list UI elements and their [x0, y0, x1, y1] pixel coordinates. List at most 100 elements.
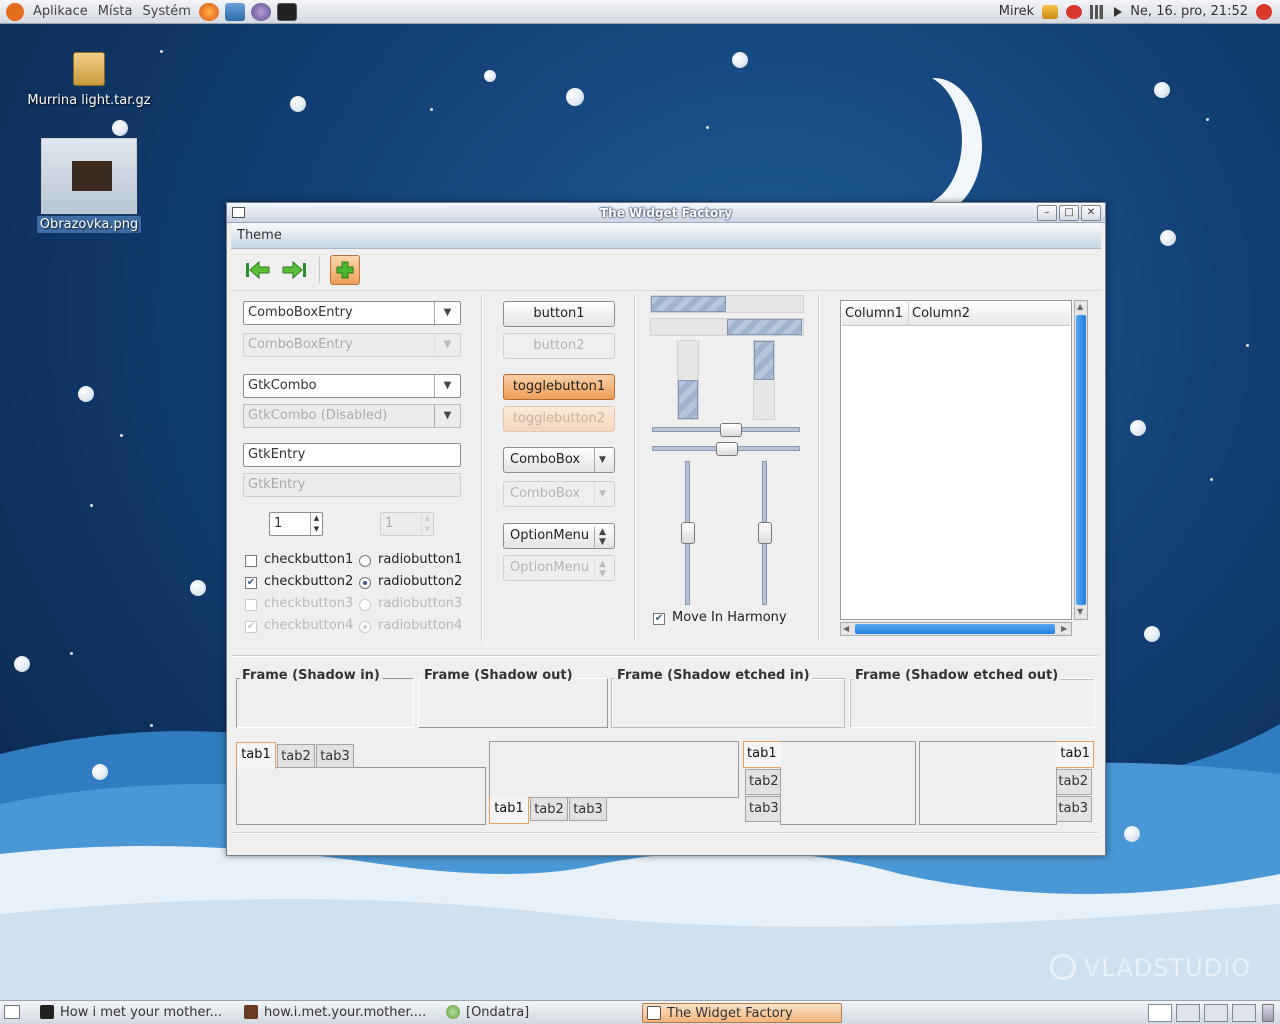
radiobutton1-dot[interactable] — [359, 555, 371, 567]
notebook-right-tab1[interactable]: tab1 — [1056, 741, 1094, 768]
checkbutton2-box[interactable]: ✔ — [245, 577, 257, 589]
notebook-left-tab1[interactable]: tab1 — [743, 741, 781, 768]
move-in-harmony-label[interactable]: Move In Harmony — [672, 610, 787, 626]
workspace-4[interactable] — [1232, 1004, 1256, 1022]
desktop-icon-screenshot[interactable]: Obrazovka.png — [36, 138, 142, 233]
chevron-down-icon: ▼ — [434, 405, 460, 427]
ubuntu-logo-icon[interactable] — [6, 2, 24, 21]
notebook-bottom-tab1[interactable]: tab1 — [489, 797, 529, 824]
firefox-launcher-icon[interactable] — [198, 2, 219, 21]
window-titlebar[interactable]: The Widget Factory – □ ✕ — [227, 203, 1105, 223]
hscale-1-thumb[interactable] — [720, 423, 742, 437]
window-menu-icon[interactable] — [232, 207, 245, 218]
column2-header[interactable]: Column2 — [908, 302, 1070, 326]
optionmenu[interactable]: OptionMenu ▲ ▼ — [503, 523, 615, 549]
gtkentry[interactable]: GtkEntry — [243, 443, 461, 467]
keys-icon[interactable] — [1042, 4, 1059, 19]
notebook-left-tab2[interactable]: tab2 — [745, 769, 781, 795]
hscale-2-thumb[interactable] — [716, 442, 738, 456]
desktop-icon-label: Murrina light.tar.gz — [27, 93, 151, 108]
horizontal-scroll-thumb[interactable] — [855, 624, 1055, 634]
chevron-down-icon[interactable]: ▼ — [434, 302, 460, 324]
notebook-right-tab2[interactable]: tab2 — [1056, 769, 1092, 795]
spin-arrows-icon[interactable]: ▲ ▼ — [310, 513, 322, 535]
gtkcombo[interactable]: GtkCombo ▼ — [243, 374, 461, 398]
task-widget-factory[interactable]: The Widget Factory — [642, 1003, 842, 1023]
volume-icon[interactable] — [1114, 6, 1123, 17]
workspace-1[interactable] — [1148, 1004, 1172, 1022]
notebook-top-tab2[interactable]: tab2 — [277, 744, 315, 768]
vscale-1-thumb[interactable] — [681, 522, 695, 544]
menu-theme[interactable]: Theme — [237, 228, 282, 243]
comboboxentry[interactable]: ComboBoxEntry ▼ — [243, 301, 461, 325]
vscale-2-thumb[interactable] — [758, 522, 772, 544]
combobox-disabled-label: ComboBox — [510, 486, 581, 501]
close-button[interactable]: ✕ — [1081, 205, 1101, 221]
star — [150, 724, 153, 727]
chevron-down-icon[interactable]: ▼ — [434, 375, 460, 397]
notebook-bottom-tab2[interactable]: tab2 — [530, 797, 568, 821]
user-name[interactable]: Mirek — [999, 4, 1034, 19]
show-desktop-icon[interactable] — [4, 1005, 20, 1019]
radiobutton2-dot[interactable] — [359, 577, 371, 589]
spinbutton-value: 1 — [274, 516, 283, 531]
vladstudio-watermark: VLADSTUDIO — [1050, 954, 1251, 982]
task-ondatra[interactable]: [Ondatra] — [442, 1003, 632, 1023]
togglebutton1[interactable]: togglebutton1 — [503, 374, 615, 400]
menu-applications[interactable]: Aplikace — [28, 4, 93, 19]
radiobutton1-label[interactable]: radiobutton1 — [378, 552, 462, 568]
mail-launcher-icon[interactable] — [224, 2, 245, 21]
scroll-down-icon[interactable]: ▼ — [1077, 607, 1083, 616]
desktop-icon-archive[interactable]: Murrina light.tar.gz — [24, 52, 154, 109]
move-in-harmony-box[interactable]: ✔ — [653, 613, 665, 625]
forward-button[interactable] — [279, 255, 309, 285]
menu-places[interactable]: Místa — [93, 4, 138, 19]
notebook-right-tab3[interactable]: tab3 — [1056, 796, 1092, 822]
checkbutton2-label[interactable]: checkbutton2 — [264, 574, 353, 590]
notebook-left-tab3[interactable]: tab3 — [745, 796, 781, 822]
add-button[interactable] — [330, 254, 360, 285]
horizontal-scrollbar[interactable]: ◀ ▶ — [840, 622, 1072, 636]
trash-icon[interactable] — [1262, 1004, 1274, 1022]
chevron-down-icon: ▼ — [594, 482, 610, 506]
scroll-right-icon[interactable]: ▶ — [1061, 624, 1067, 633]
scroll-up-icon[interactable]: ▲ — [1077, 302, 1083, 311]
vertical-scroll-thumb[interactable] — [1076, 315, 1086, 605]
checkbutton1-box[interactable] — [245, 555, 257, 567]
power-icon[interactable] — [1256, 3, 1272, 20]
vertical-scrollbar[interactable]: ▲ ▼ — [1074, 300, 1088, 620]
notebook-top-tab1[interactable]: tab1 — [236, 742, 276, 769]
radiobutton4-dot — [359, 621, 371, 633]
notebook-bottom-tab3[interactable]: tab3 — [569, 797, 607, 821]
moon-illustration — [870, 74, 962, 206]
snowflake — [1130, 420, 1146, 436]
togglebutton2: togglebutton2 — [503, 406, 615, 432]
column1-header[interactable]: Column1 — [842, 302, 908, 326]
maximize-button[interactable]: □ — [1059, 205, 1079, 221]
spinbutton[interactable]: 1 ▲ ▼ — [269, 512, 323, 536]
no-network-icon[interactable] — [1066, 4, 1083, 19]
checkbutton1-label[interactable]: checkbutton1 — [264, 552, 353, 568]
notebook-top-tab3[interactable]: tab3 — [316, 744, 354, 768]
terminal-launcher-icon[interactable] — [276, 2, 297, 21]
frame-shadow-out-border — [418, 678, 608, 728]
vprogress-2-fill — [754, 341, 774, 380]
combobox[interactable]: ComboBox ▼ — [503, 447, 615, 473]
menu-system[interactable]: Systém — [137, 4, 195, 19]
minimize-button[interactable]: – — [1037, 205, 1057, 221]
star — [1210, 478, 1213, 481]
task-how-i-met-2[interactable]: how.i.met.your.mother.... — [240, 1003, 436, 1023]
radiobutton2-label[interactable]: radiobutton2 — [378, 574, 462, 590]
scroll-left-icon[interactable]: ◀ — [843, 624, 849, 633]
gtkcombo-value: GtkCombo — [248, 378, 317, 393]
workspace-3[interactable] — [1204, 1004, 1228, 1022]
task-how-i-met-1[interactable]: How i met your mother... — [36, 1003, 232, 1023]
button1[interactable]: button1 — [503, 301, 615, 327]
tree-view-body[interactable]: Column1 Column2 — [840, 300, 1072, 620]
pidgin-launcher-icon[interactable] — [250, 2, 271, 21]
signal-icon[interactable] — [1090, 4, 1107, 19]
frame-shadow-in-title: Frame (Shadow in) — [240, 668, 382, 683]
clock[interactable]: Ne, 16. pro, 21:52 — [1130, 4, 1248, 19]
workspace-2[interactable] — [1176, 1004, 1200, 1022]
back-button[interactable] — [243, 255, 273, 285]
